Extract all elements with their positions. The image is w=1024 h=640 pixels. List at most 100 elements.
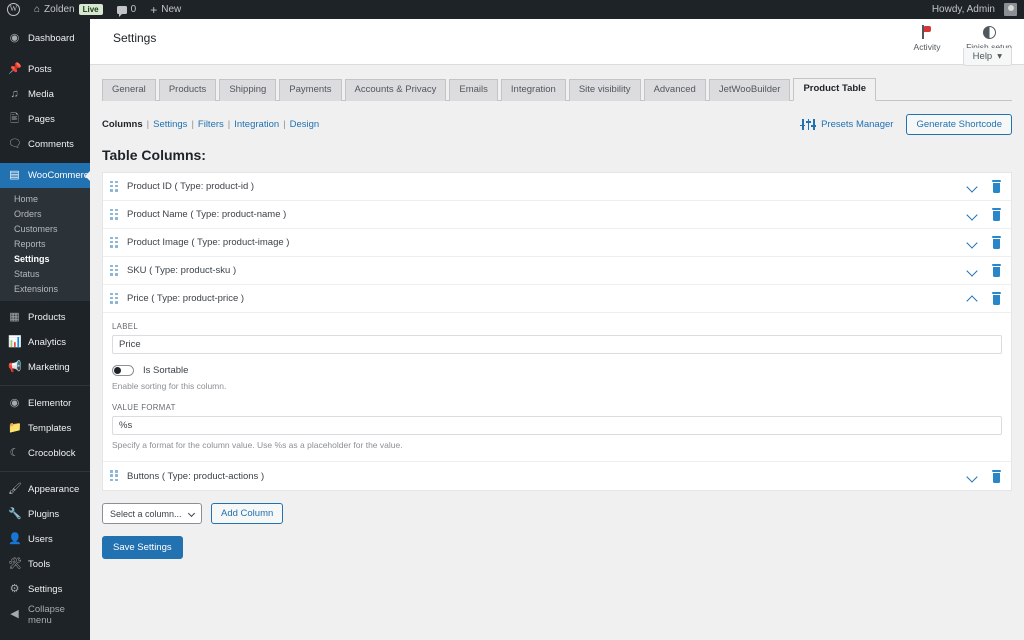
trash-icon[interactable] <box>991 264 1002 277</box>
price-column-panel: LABEL Price Is Sortable Enable sorting f… <box>103 313 1011 462</box>
howdy-label: Howdy, Admin <box>931 4 995 15</box>
row-actions <box>967 180 1002 193</box>
chevron-down-icon[interactable] <box>967 237 978 248</box>
generate-shortcode-button[interactable]: Generate Shortcode <box>906 113 1012 135</box>
site-name-menu[interactable]: ⌂ Zolden Live <box>27 0 110 19</box>
is-sortable-toggle[interactable] <box>112 365 134 376</box>
account-menu[interactable]: Howdy, Admin <box>925 0 1024 19</box>
sidebar-item-comments[interactable]: 🗨 Comments <box>0 132 90 157</box>
sidebar-item-posts[interactable]: 📌 Posts <box>0 57 90 82</box>
woocommerce-submenu: Home Orders Customers Reports Settings S… <box>0 188 90 301</box>
sidebar-item-label: Marketing <box>28 362 70 373</box>
presets-manager-button[interactable]: Presets Manager <box>800 118 893 130</box>
tab-advanced[interactable]: Advanced <box>643 78 706 101</box>
sidebar-item-elementor[interactable]: ◉ Elementor <box>0 391 90 416</box>
drag-handle-icon[interactable] <box>110 180 118 193</box>
tab-jetwoobuilder[interactable]: JetWooBuilder <box>708 78 791 101</box>
drag-handle-icon[interactable] <box>110 264 118 277</box>
trash-icon[interactable] <box>991 469 1002 483</box>
sidebar-item-crocoblock[interactable]: ☾ Crocoblock <box>0 441 90 466</box>
help-toggle-button[interactable]: Help ▾ <box>962 48 1012 66</box>
table-row[interactable]: Product ID ( Type: product-id ) <box>103 173 1011 201</box>
site-name-label: Zolden <box>44 4 75 15</box>
tab-emails[interactable]: Emails <box>449 78 498 101</box>
label-input[interactable]: Price <box>112 335 1002 354</box>
trash-icon[interactable] <box>991 292 1002 305</box>
subnav-item-integration[interactable]: Integration <box>230 119 283 130</box>
submenu-item-reports[interactable]: Reports <box>0 236 90 251</box>
sidebar-item-pages[interactable]: 🖹 Pages <box>0 107 90 132</box>
page-icon: 🖹 <box>10 113 19 125</box>
main-content: General Products Shipping Payments Accou… <box>90 65 1024 640</box>
sidebar-item-analytics[interactable]: 📊 Analytics <box>0 330 90 355</box>
sidebar-item-woocommerce[interactable]: ▤ WooCommerce <box>0 163 90 188</box>
table-row[interactable]: Product Image ( Type: product-image ) <box>103 229 1011 257</box>
table-row[interactable]: SKU ( Type: product-sku ) <box>103 257 1011 285</box>
drag-handle-icon[interactable] <box>110 470 118 482</box>
sidebar-item-tools[interactable]: 🛠 Tools <box>0 552 90 577</box>
trash-icon[interactable] <box>991 180 1002 193</box>
tab-product-table[interactable]: Product Table <box>793 77 877 101</box>
drag-handle-icon[interactable] <box>110 236 118 249</box>
drag-handle-icon[interactable] <box>110 208 118 221</box>
tab-site-visibility[interactable]: Site visibility <box>568 78 641 101</box>
value-format-input[interactable]: %s <box>112 416 1002 435</box>
add-column-button[interactable]: Add Column <box>211 503 284 524</box>
tab-shipping[interactable]: Shipping <box>219 78 277 101</box>
tab-payments[interactable]: Payments <box>279 78 342 101</box>
chevron-down-icon[interactable] <box>967 265 978 276</box>
sidebar-item-collapse-menu[interactable]: ◀ Collapse menu <box>0 602 90 627</box>
tab-general[interactable]: General <box>102 78 156 101</box>
column-type-select[interactable]: Select a column... <box>102 503 202 524</box>
sidebar-item-plugins[interactable]: 🔧 Plugins <box>0 502 90 527</box>
sidebar-item-appearance[interactable]: 🖌 Appearance <box>0 477 90 502</box>
submenu-item-orders[interactable]: Orders <box>0 206 90 221</box>
sidebar-item-users[interactable]: 👤 Users <box>0 527 90 552</box>
sidebar-item-label: WooCommerce <box>28 170 90 181</box>
trash-icon[interactable] <box>991 236 1002 249</box>
trash-icon[interactable] <box>991 208 1002 221</box>
chevron-up-icon[interactable] <box>967 293 978 304</box>
drag-handle-icon[interactable] <box>110 292 118 305</box>
tab-integration[interactable]: Integration <box>500 78 566 101</box>
tab-products[interactable]: Products <box>158 78 217 101</box>
submenu-item-home[interactable]: Home <box>0 191 90 206</box>
subnav-item-filters[interactable]: Filters <box>194 119 228 130</box>
chevron-down-icon[interactable] <box>967 471 978 482</box>
chevron-down-icon[interactable] <box>967 209 978 220</box>
sidebar-item-marketing[interactable]: 📢 Marketing <box>0 355 90 380</box>
sidebar-item-media[interactable]: ♫ Media <box>0 82 90 107</box>
appearance-icon: 🖌 <box>8 483 22 495</box>
wp-logo-menu[interactable] <box>0 0 27 19</box>
avatar <box>1004 3 1017 16</box>
sidebar-item-dashboard[interactable]: ◉ Dashboard <box>0 26 90 51</box>
subnav-item-settings[interactable]: Settings <box>149 119 191 130</box>
activity-button[interactable]: Activity <box>904 24 950 52</box>
subnav-item-columns[interactable]: Columns <box>102 119 147 130</box>
sidebar-item-label: Tools <box>28 559 51 570</box>
is-sortable-label: Is Sortable <box>143 365 189 376</box>
column-label: Product Name ( Type: product-name ) <box>127 209 287 220</box>
plus-icon: + <box>150 2 158 17</box>
table-row-expanded[interactable]: Price ( Type: product-price ) <box>103 285 1011 313</box>
new-content-menu[interactable]: + New <box>143 0 188 19</box>
comment-bubble-icon <box>116 5 127 17</box>
table-row[interactable]: Buttons ( Type: product-actions ) <box>103 462 1011 490</box>
submenu-item-customers[interactable]: Customers <box>0 221 90 236</box>
submenu-item-status[interactable]: Status <box>0 266 90 281</box>
label-field-label: LABEL <box>112 322 139 331</box>
sidebar-item-label: Analytics <box>28 337 67 348</box>
sidebar-item-settings[interactable]: ⚙ Settings <box>0 577 90 602</box>
table-row[interactable]: Product Name ( Type: product-name ) <box>103 201 1011 229</box>
value-format-help: Specify a format for the column value. U… <box>112 440 403 450</box>
subnav-item-design[interactable]: Design <box>286 119 324 130</box>
comments-menu[interactable]: 0 <box>110 0 144 19</box>
submenu-item-settings[interactable]: Settings <box>0 251 90 266</box>
sidebar-item-templates[interactable]: 📁 Templates <box>0 416 90 441</box>
tab-accounts-privacy[interactable]: Accounts & Privacy <box>344 78 447 101</box>
submenu-item-extensions[interactable]: Extensions <box>0 281 90 296</box>
save-settings-button[interactable]: Save Settings <box>102 536 183 559</box>
help-label: Help <box>972 51 993 62</box>
chevron-down-icon[interactable] <box>967 181 978 192</box>
sidebar-item-products[interactable]: ▦ Products <box>0 305 90 330</box>
